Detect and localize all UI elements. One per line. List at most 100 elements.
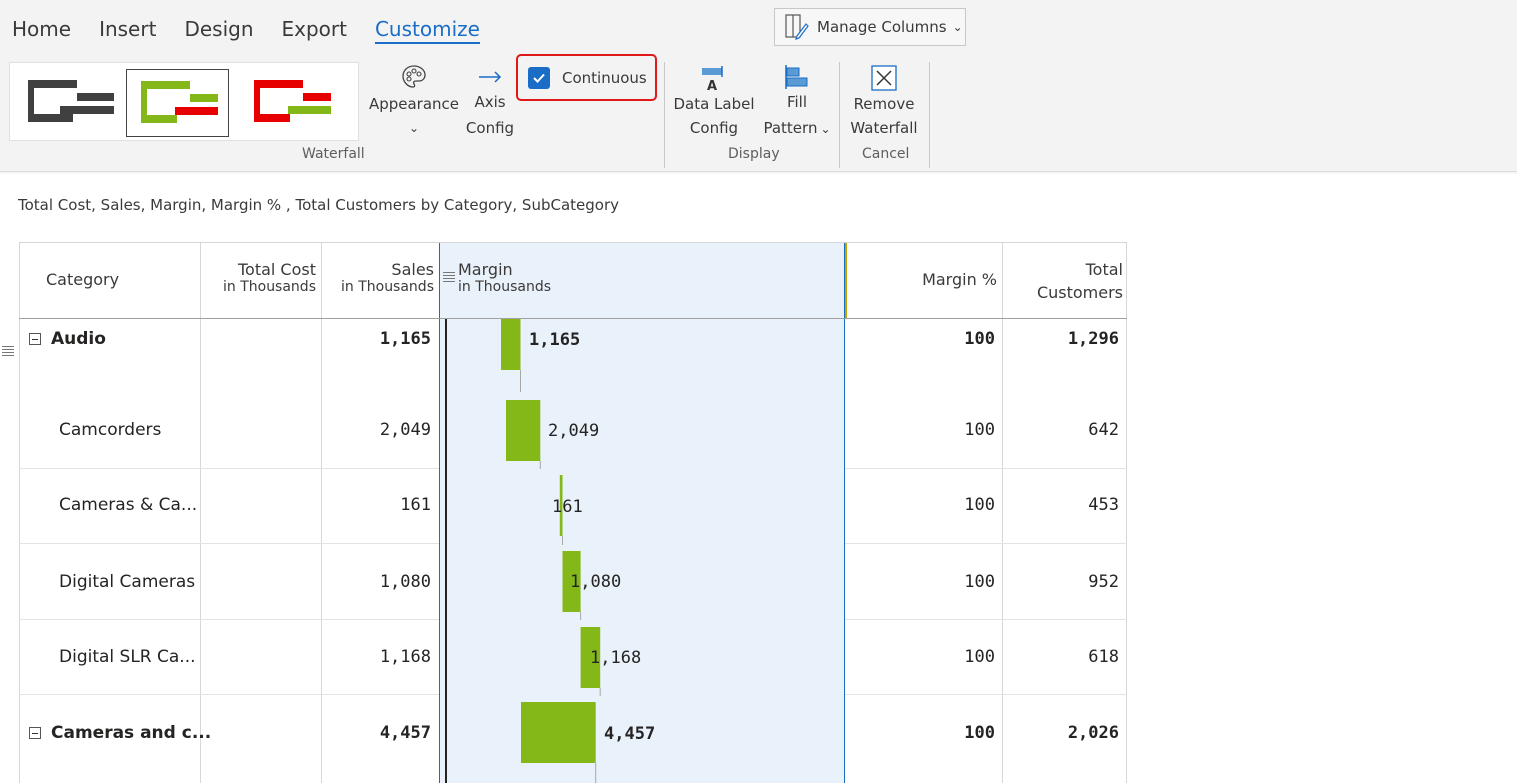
waterfall-bar xyxy=(506,400,541,461)
row-divider xyxy=(845,543,1127,544)
row-divider xyxy=(19,694,439,695)
cell-total-customers: 642 xyxy=(1088,420,1119,440)
waterfall-style-dark[interactable] xyxy=(19,69,122,137)
cell-total-customers: 618 xyxy=(1088,647,1119,667)
fill-pattern-line1: Fill xyxy=(786,93,808,111)
waterfall-data-label: 4,457 xyxy=(604,724,656,744)
waterfall-red-green-thumbnail-icon xyxy=(254,80,331,122)
waterfall-dark-thumbnail-icon xyxy=(28,80,114,122)
continuous-label: Continuous xyxy=(562,68,647,87)
cell-margin-percent: 100 xyxy=(964,723,995,743)
row-label-digital-slr-cameras[interactable]: Digital SLR Ca... xyxy=(59,647,196,667)
cell-margin-percent: 100 xyxy=(964,495,995,515)
waterfall-data-label: 1,168 xyxy=(590,648,642,668)
data-label-config-button[interactable]: A Data Label Config xyxy=(672,64,756,140)
visual-subtitle: Total Cost, Sales, Margin, Margin % , To… xyxy=(18,196,620,214)
row-divider xyxy=(845,468,1127,469)
manage-columns-button[interactable]: Manage Columns ⌄ xyxy=(774,8,966,46)
remove-waterfall-icon xyxy=(871,65,897,91)
tab-home[interactable]: Home xyxy=(12,14,71,44)
cell-sales: 1,165 xyxy=(379,329,431,349)
appearance-button[interactable]: Appearance ⌄ xyxy=(368,64,460,140)
row-label-cameras-and-camcorders[interactable]: Cameras and c... xyxy=(51,723,211,743)
cell-margin-percent: 100 xyxy=(964,647,995,667)
chevron-down-icon: ⌄ xyxy=(952,20,963,34)
waterfall-data-label: 1,165 xyxy=(529,330,581,350)
waterfall-data-label: 161 xyxy=(552,497,583,517)
tab-insert[interactable]: Insert xyxy=(99,14,156,44)
cell-sales: 1,168 xyxy=(379,647,431,667)
waterfall-data-label: 1,080 xyxy=(570,572,622,592)
tab-design[interactable]: Design xyxy=(184,14,253,44)
header-total-cost[interactable]: Total Cost in Thousands xyxy=(205,260,316,337)
continuous-checkbox[interactable]: Continuous xyxy=(516,54,657,101)
data-label-config-line2: Config xyxy=(689,119,739,137)
row-divider xyxy=(19,619,439,620)
cell-margin-percent: 100 xyxy=(964,420,995,440)
row-label-audio[interactable]: Audio xyxy=(51,329,106,349)
cell-sales: 1,080 xyxy=(379,572,431,592)
cell-sales: 2,049 xyxy=(379,420,431,440)
display-group-label: Display xyxy=(728,146,780,162)
chevron-down-icon: ⌄ xyxy=(408,121,420,135)
row-label-digital-cameras[interactable]: Digital Cameras xyxy=(59,572,195,592)
data-label-config-line1: Data Label xyxy=(673,95,755,113)
palette-icon xyxy=(402,65,426,88)
waterfall-style-gallery xyxy=(9,62,359,141)
data-table: Category Total Cost in Thousands Sales i… xyxy=(19,242,1127,783)
column-resize-handle[interactable] xyxy=(845,242,847,319)
checkbox-checked-icon xyxy=(528,66,550,89)
cell-margin-percent: 100 xyxy=(964,329,995,349)
ribbon-separator xyxy=(839,62,840,168)
hamburger-icon[interactable] xyxy=(2,346,14,358)
header-total-customers[interactable]: Total Customers xyxy=(1009,258,1123,335)
row-label-camcorders[interactable]: Camcorders xyxy=(59,420,161,440)
axis-config-label-line1: Axis xyxy=(474,93,506,111)
axis-config-button[interactable]: Axis Config xyxy=(462,64,518,140)
cell-total-customers: 453 xyxy=(1088,495,1119,515)
column-divider xyxy=(321,242,322,783)
remove-waterfall-button[interactable]: Remove Waterfall xyxy=(846,64,922,140)
waterfall-bar xyxy=(501,319,521,370)
ribbon-separator xyxy=(664,62,665,168)
waterfall-style-green-red[interactable] xyxy=(126,69,229,137)
tab-customize[interactable]: Customize xyxy=(374,14,480,44)
waterfall-green-red-thumbnail-icon xyxy=(141,81,218,123)
remove-waterfall-line2: Waterfall xyxy=(850,119,918,137)
arrow-right-icon xyxy=(479,71,502,83)
cell-total-customers: 952 xyxy=(1088,572,1119,592)
row-label-cameras-camcorders-accessories[interactable]: Cameras & Ca... xyxy=(59,495,197,515)
cell-sales: 161 xyxy=(400,495,431,515)
waterfall-style-red-green[interactable] xyxy=(244,69,347,137)
row-divider xyxy=(19,543,439,544)
remove-waterfall-line1: Remove xyxy=(853,95,915,113)
column-divider xyxy=(1002,242,1003,783)
waterfall-group-label: Waterfall xyxy=(302,146,365,162)
cell-total-customers: 2,026 xyxy=(1067,723,1119,743)
fill-pattern-line2: Pattern xyxy=(763,119,818,137)
manage-columns-label: Manage Columns xyxy=(817,18,947,36)
ribbon: Home Insert Design Export Customize Mana… xyxy=(0,0,1517,172)
header-sales[interactable]: Sales in Thousands xyxy=(325,260,434,337)
manage-columns-icon xyxy=(785,14,809,40)
fill-pattern-icon xyxy=(785,65,808,89)
cancel-group-label: Cancel xyxy=(862,146,910,162)
chevron-down-icon: ⌄ xyxy=(820,122,831,136)
row-divider xyxy=(19,468,439,469)
cell-sales: 4,457 xyxy=(379,723,431,743)
tab-export[interactable]: Export xyxy=(282,14,347,44)
cell-total-customers: 1,296 xyxy=(1067,329,1119,349)
cell-margin-percent: 100 xyxy=(964,572,995,592)
fill-pattern-button[interactable]: Fill Pattern ⌄ xyxy=(760,64,834,141)
row-divider xyxy=(845,694,1127,695)
collapse-icon[interactable] xyxy=(29,333,41,345)
waterfall-bar xyxy=(521,702,596,763)
header-top-border xyxy=(19,242,1127,243)
waterfall-data-label: 2,049 xyxy=(548,421,600,441)
collapse-icon[interactable] xyxy=(29,727,41,739)
ribbon-separator xyxy=(929,62,930,168)
column-divider xyxy=(200,242,201,783)
column-divider xyxy=(19,242,20,783)
hamburger-icon[interactable] xyxy=(443,272,455,284)
svg-text:A: A xyxy=(707,79,717,92)
